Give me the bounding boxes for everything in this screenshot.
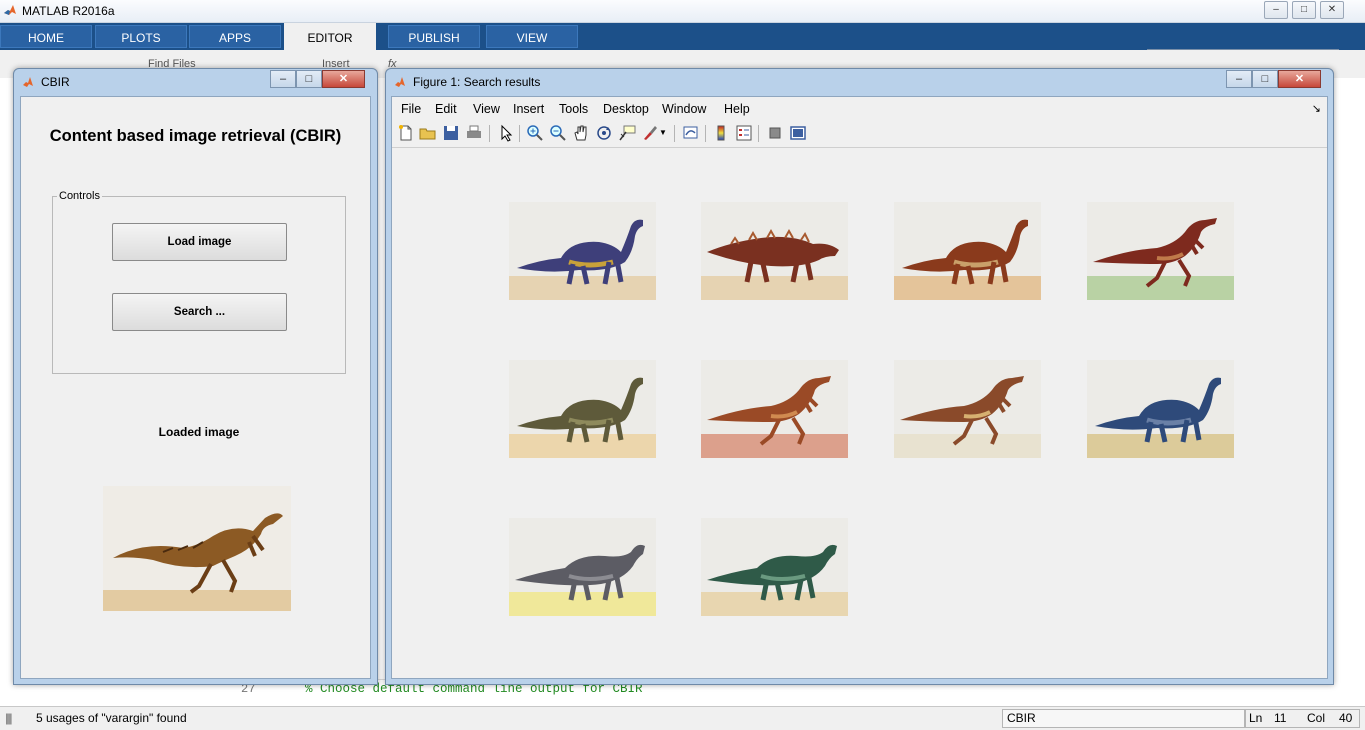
result-9[interactable] [509,518,656,616]
colorbar-icon[interactable] [712,124,730,142]
new-figure-icon[interactable] [397,124,415,142]
save-icon[interactable] [442,124,460,142]
matlab-figure-icon [23,77,33,87]
cursor-position: Ln 11 Col 40 [1244,709,1360,728]
result-1[interactable] [509,202,656,300]
matlab-titlebar: MATLAB R2016a – □ ✕ [0,0,1365,23]
tab-editor[interactable]: EDITOR [284,23,376,50]
search-button[interactable]: Search ... [112,293,287,331]
result-3[interactable] [894,202,1041,300]
status-bar: ||||| 5 usages of "varargin" found CBIR … [0,706,1365,730]
figure-titlebar[interactable]: Figure 1: Search results – □ ✕ [386,69,1333,95]
link-plot-icon[interactable] [682,124,700,142]
data-cursor-icon[interactable] [618,124,636,142]
result-4[interactable] [1087,202,1234,300]
cbir-close-button[interactable]: ✕ [322,70,365,88]
load-image-button[interactable]: Load image [112,223,287,261]
figure-window: Figure 1: Search results – □ ✕ File Edit… [385,68,1334,685]
result-5[interactable] [509,360,656,458]
cbir-heading: Content based image retrieval (CBIR) [49,127,342,145]
pointer-icon[interactable] [497,124,515,142]
controls-panel: Controls Load image Search ... [52,190,346,374]
tab-view[interactable]: VIEW [486,25,578,48]
toolbar-separator [758,125,759,142]
zoom-out-icon[interactable] [549,124,567,142]
status-file-name: CBIR [1002,709,1246,728]
figure-client-area: File Edit View Insert Tools Desktop Wind… [391,96,1328,679]
controls-panel-title: Controls [57,190,102,202]
col-value: 40 [1339,711,1353,725]
cbir-titlebar[interactable]: CBIR – □ ✕ [14,69,377,95]
toolbar-separator [489,125,490,142]
matlab-logo-icon [4,5,16,15]
ribbon-tabs: HOME PLOTS APPS EDITOR PUBLISH VIEW ▣ ■ … [0,23,1365,69]
ln-value: 11 [1274,711,1287,725]
menu-tools[interactable]: Tools [559,102,588,116]
pan-icon[interactable] [572,124,590,142]
menu-help[interactable]: Help [724,102,750,116]
menu-window[interactable]: Window [662,102,706,116]
app-title: MATLAB R2016a [22,4,115,18]
figure-menubar: File Edit View Insert Tools Desktop Wind… [392,97,1327,121]
col-label: Col [1307,711,1326,725]
minimize-button[interactable]: – [1264,1,1288,19]
result-7[interactable] [894,360,1041,458]
menu-view[interactable]: View [473,102,500,116]
dock-figure-icon[interactable]: ↘ [1312,102,1321,115]
status-message: 5 usages of "varargin" found [36,711,187,725]
cbir-minimize-button[interactable]: – [270,70,296,88]
grip-icon: ||||| [5,711,12,725]
matlab-figure-icon [395,77,405,87]
toolbar-separator [674,125,675,142]
toolbar-separator [519,125,520,142]
result-6[interactable] [701,360,848,458]
result-10[interactable] [701,518,848,616]
figure-minimize-button[interactable]: – [1226,70,1252,88]
toolbar-separator [705,125,706,142]
figure-toolbar: ▼ [392,120,1327,148]
result-2[interactable] [701,202,848,300]
hide-plot-tools-icon[interactable] [766,124,784,142]
rotate-icon[interactable] [595,124,613,142]
cbir-client-area: Content based image retrieval (CBIR) Con… [20,96,371,679]
ln-label: Ln [1249,711,1263,725]
menu-desktop[interactable]: Desktop [603,102,649,116]
menu-file[interactable]: File [401,102,421,116]
zoom-in-icon[interactable] [526,124,544,142]
tab-publish[interactable]: PUBLISH [388,25,480,48]
figure-canvas [392,148,1327,677]
legend-icon[interactable] [735,124,753,142]
menu-insert[interactable]: Insert [513,102,544,116]
brush-icon[interactable] [641,124,659,142]
cbir-window-title: CBIR [41,75,70,89]
tab-home[interactable]: HOME [0,25,92,48]
cbir-maximize-button[interactable]: □ [296,70,322,88]
maximize-button[interactable]: □ [1292,1,1316,19]
show-plot-tools-icon[interactable] [789,124,807,142]
loaded-image-label: Loaded image [158,425,240,439]
loaded-image [103,486,291,611]
tab-apps[interactable]: APPS [189,25,281,48]
cbir-window: CBIR – □ ✕ Content based image retrieval… [13,68,378,685]
tab-plots[interactable]: PLOTS [95,25,187,48]
close-button[interactable]: ✕ [1320,1,1344,19]
menu-edit[interactable]: Edit [435,102,457,116]
figure-window-title: Figure 1: Search results [413,75,541,89]
result-8[interactable] [1087,360,1234,458]
figure-close-button[interactable]: ✕ [1278,70,1321,88]
open-icon[interactable] [419,124,437,142]
figure-maximize-button[interactable]: □ [1252,70,1278,88]
brush-dropdown-icon[interactable]: ▼ [659,128,667,137]
print-icon[interactable] [465,124,483,142]
